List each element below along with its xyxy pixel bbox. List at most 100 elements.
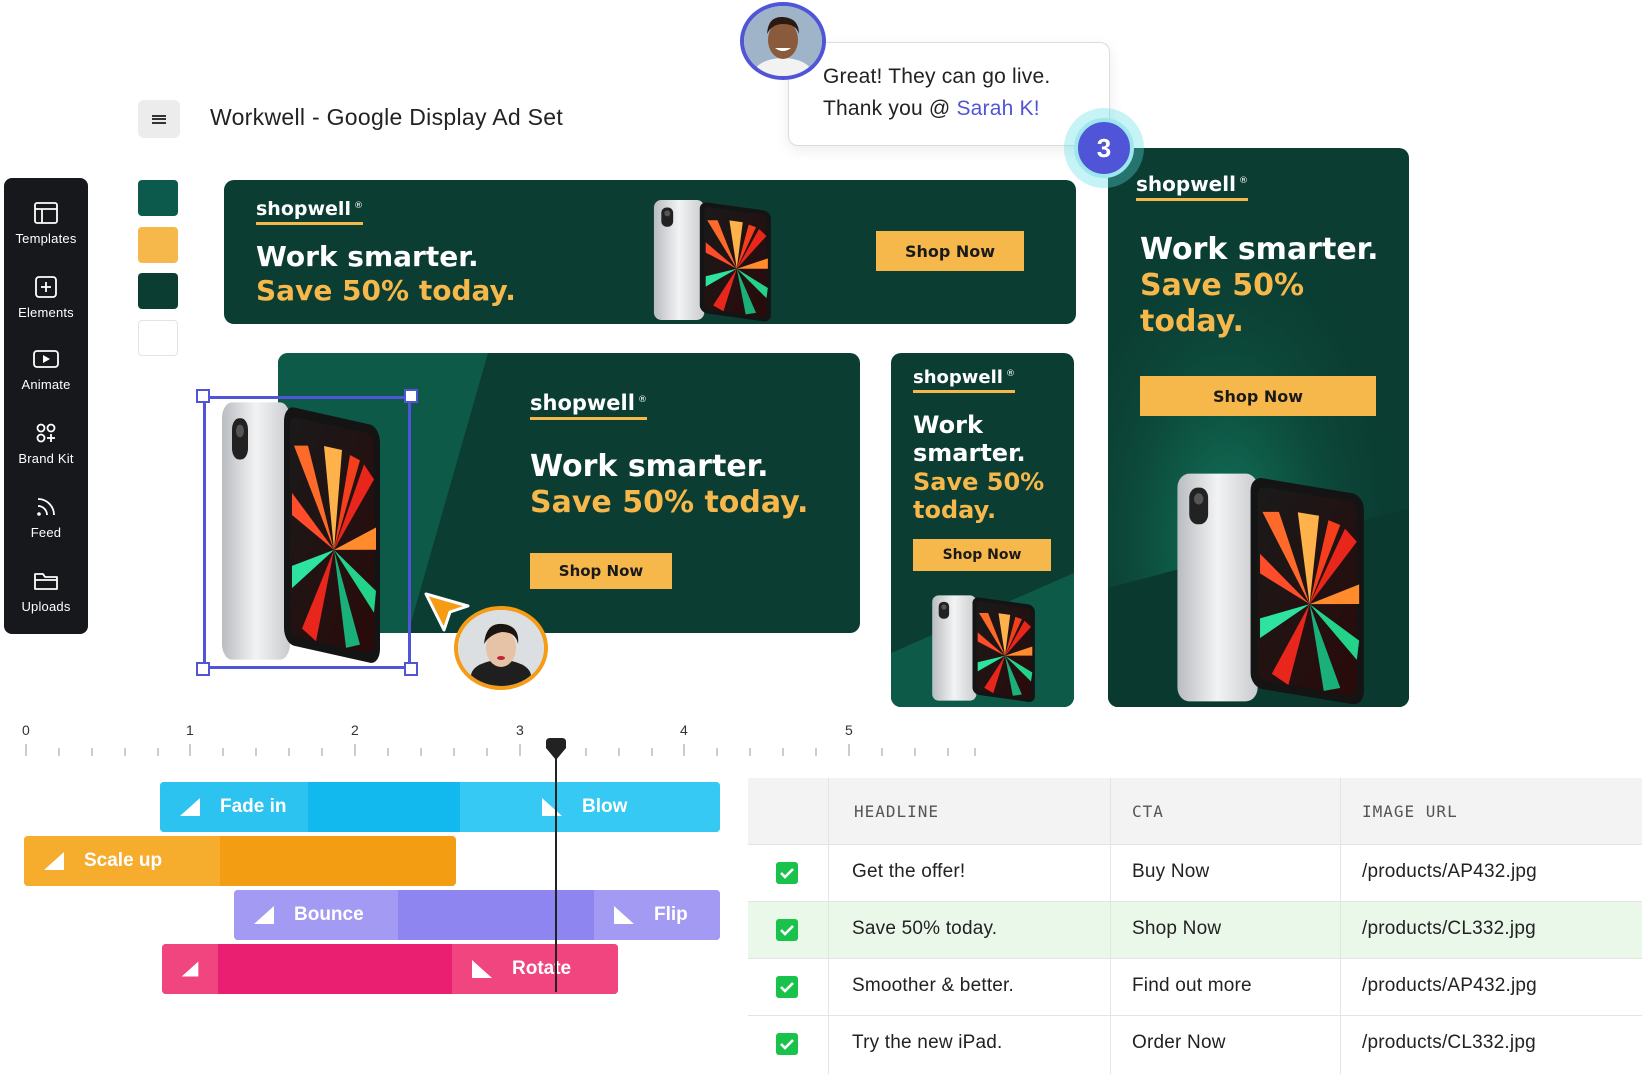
ipad-image	[1168, 468, 1404, 707]
color-swatch-yellow[interactable]	[138, 227, 178, 263]
cell-image-url: /products/AP432.jpg	[1362, 861, 1537, 882]
ad-headline: Work	[913, 411, 983, 439]
avatar	[454, 606, 548, 690]
brand-kit-icon	[36, 423, 56, 442]
resize-handle[interactable]	[404, 662, 418, 676]
ad-headline: Work smarter.	[530, 449, 769, 484]
shop-now-button[interactable]: Shop Now	[913, 539, 1051, 571]
table-row[interactable]: Save 50% today. Shop Now /products/CL332…	[748, 901, 1642, 958]
shop-now-button[interactable]: Shop Now	[876, 231, 1024, 271]
ease-in-icon	[254, 906, 274, 924]
ad-leaderboard[interactable]: shopwell ® Work smarter. Save 50% today. …	[224, 180, 1076, 324]
comment-count-badge[interactable]: 3	[1064, 108, 1144, 188]
ad-subheadline: today.	[913, 496, 997, 524]
sidebar: Templates Elements Animate Brand Kit Fee…	[4, 178, 88, 634]
ruler-label: 1	[186, 722, 194, 738]
sidebar-item-uploads[interactable]: Uploads	[4, 556, 88, 626]
menu-button[interactable]	[138, 100, 180, 138]
checkbox-checked[interactable]	[776, 976, 798, 998]
ad-headline: Work smarter.	[1140, 232, 1379, 267]
animation-clip-rotate[interactable]: Rotate	[452, 944, 618, 994]
animation-clip-blow[interactable]: Blow	[460, 782, 720, 832]
column-header-image-url[interactable]: IMAGE URL	[1362, 802, 1458, 821]
sidebar-item-label: Brand Kit	[18, 450, 74, 466]
color-swatch-teal[interactable]	[138, 180, 178, 216]
comment-text: Great! They can go live.	[823, 65, 1051, 88]
column-divider	[1340, 778, 1341, 1074]
sidebar-item-label: Uploads	[21, 598, 71, 614]
playhead-line[interactable]	[555, 744, 557, 992]
mention-link[interactable]: Sarah K!	[956, 97, 1039, 120]
shop-now-button[interactable]: Shop Now	[530, 553, 672, 589]
folder-icon	[34, 572, 58, 590]
animation-clip-scale-up[interactable]: Scale up	[24, 836, 220, 886]
animation-track-fade-in[interactable]: Fade in Blow	[160, 782, 720, 832]
cell-image-url: /products/AP432.jpg	[1362, 975, 1537, 996]
cell-image-url: /products/CL332.jpg	[1362, 1032, 1536, 1053]
cell-headline: Try the new iPad.	[852, 1032, 1003, 1053]
comment-text: Thank you @ Sarah K!	[823, 97, 1040, 120]
animation-clip-start[interactable]	[162, 944, 218, 994]
table-header: HEADLINE CTA IMAGE URL	[748, 778, 1642, 844]
color-swatch-dark-green[interactable]	[138, 273, 178, 309]
ad-skyscraper-large[interactable]: shopwell ® Work smarter. Save 50% today. …	[1108, 148, 1409, 707]
brand-logo: shopwell ®	[913, 367, 1015, 393]
ruler-ticks	[25, 744, 976, 756]
checkbox-checked[interactable]	[776, 1033, 798, 1055]
ipad-image	[648, 194, 796, 324]
ad-skyscraper-small[interactable]: shopwell ® Work smarter. Save 50% today. …	[891, 353, 1074, 707]
ruler-label: 4	[680, 722, 688, 738]
playhead-handle[interactable]	[544, 736, 568, 762]
ruler-label: 5	[845, 722, 853, 738]
sidebar-item-animate[interactable]: Animate	[4, 334, 88, 404]
cell-headline: Get the offer!	[852, 861, 966, 882]
check-icon	[780, 1039, 794, 1050]
animation-clip-fade-in[interactable]: Fade in	[160, 782, 308, 832]
table-row[interactable]: Get the offer! Buy Now /products/AP432.j…	[748, 844, 1642, 901]
animation-track-rotate[interactable]: Rotate	[162, 944, 618, 994]
ipad-image	[927, 589, 1057, 707]
column-header-cta[interactable]: CTA	[1132, 802, 1164, 821]
sidebar-item-label: Elements	[18, 304, 74, 320]
cell-cta: Find out more	[1132, 975, 1252, 996]
ease-in-icon	[180, 798, 200, 816]
ruler-label: 0	[22, 722, 30, 738]
checkbox-checked[interactable]	[776, 919, 798, 941]
ease-out-icon	[542, 798, 562, 816]
column-header-headline[interactable]: HEADLINE	[854, 802, 939, 821]
sidebar-item-brand-kit[interactable]: Brand Kit	[4, 408, 88, 478]
column-divider	[828, 778, 829, 1074]
table-row[interactable]: Try the new iPad. Order Now /products/CL…	[748, 1015, 1642, 1072]
animation-track-bounce[interactable]: Bounce Flip	[234, 890, 720, 940]
ad-subheadline: Save 50% today.	[530, 485, 809, 520]
brand-logo: shopwell ®	[1136, 172, 1248, 201]
templates-icon	[34, 201, 58, 224]
animation-clip-bounce[interactable]: Bounce	[234, 890, 398, 940]
brand-logo: shopwell ®	[530, 391, 647, 420]
ad-subheadline: Save 50% today.	[256, 274, 516, 307]
sidebar-item-elements[interactable]: Elements	[4, 262, 88, 332]
cell-headline: Save 50% today.	[852, 918, 998, 939]
animation-clip-flip[interactable]: Flip	[594, 890, 720, 940]
animation-track-scale-up[interactable]: Scale up	[24, 836, 456, 886]
resize-handle[interactable]	[196, 662, 210, 676]
ad-headline: Work smarter.	[256, 240, 479, 273]
hamburger-icon	[152, 113, 166, 125]
color-swatch-white[interactable]	[138, 320, 178, 356]
sidebar-item-feed[interactable]: Feed	[4, 482, 88, 552]
sidebar-item-templates[interactable]: Templates	[4, 188, 88, 258]
cell-cta: Shop Now	[1132, 918, 1222, 939]
table-row[interactable]: Smoother & better. Find out more /produc…	[748, 958, 1642, 1015]
shop-now-button[interactable]: Shop Now	[1140, 376, 1376, 416]
cell-cta: Order Now	[1132, 1032, 1226, 1053]
checkbox-checked[interactable]	[776, 862, 798, 884]
selection-box[interactable]	[203, 396, 411, 669]
cell-headline: Smoother & better.	[852, 975, 1015, 996]
document-title: Workwell - Google Display Ad Set	[210, 104, 564, 130]
sidebar-item-label: Templates	[15, 230, 77, 246]
sidebar-item-label: Animate	[21, 376, 71, 392]
resize-handle[interactable]	[196, 389, 210, 403]
resize-handle[interactable]	[404, 389, 418, 403]
check-icon	[780, 982, 794, 993]
ad-subheadline: today.	[1140, 304, 1244, 339]
